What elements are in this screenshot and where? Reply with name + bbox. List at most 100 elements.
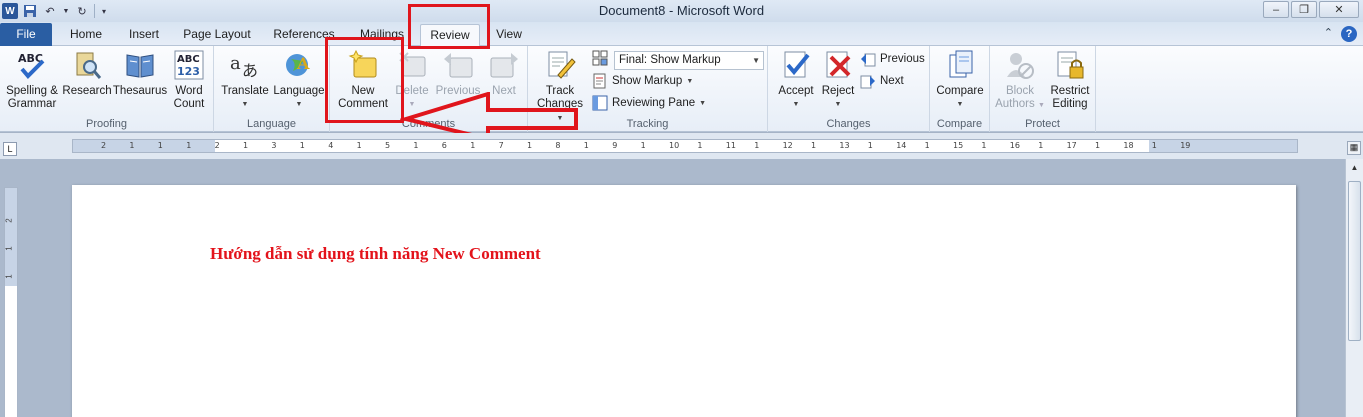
ruler-tick-label: 14 [896, 141, 907, 150]
group-compare: Compare ▼ Compare [930, 46, 990, 132]
group-label-protect: Protect [1025, 118, 1060, 130]
spelling-grammar-button[interactable]: ABC Spelling & Grammar [4, 49, 60, 111]
language-button[interactable]: A Language ▼ [272, 49, 326, 111]
ruler-tick-label: 1 [299, 141, 305, 150]
compare-label: Compare [936, 85, 984, 97]
ruler-bar: L 2 1 1 1 2 1 3 1 4 1 5 1 6 1 7 1 8 1 9 1 10 1 11 1 12 1 13 1 14 1 15 1… [0, 133, 1363, 159]
accept-label: Accept [778, 85, 814, 97]
spelling-label-2: Grammar [7, 98, 57, 110]
vertical-ruler-tick-label: 2 [4, 218, 14, 223]
scroll-up-icon[interactable]: ▲ [1348, 163, 1361, 177]
tab-view[interactable]: View [490, 26, 528, 46]
language-dropdown-icon: ▼ [295, 101, 303, 108]
compare-button[interactable]: Compare ▼ [934, 49, 986, 111]
research-button[interactable]: Research [60, 49, 114, 98]
ruler-tick-label: 4 [328, 141, 334, 150]
restrict-editing-label: Restrict [1050, 85, 1090, 97]
thesaurus-button[interactable]: Thesaurus [112, 49, 168, 98]
block-authors-label-2: Authors ▼ [995, 98, 1045, 110]
block-authors-icon [1004, 49, 1036, 81]
review-tab-highlight [408, 4, 490, 49]
vertical-ruler-tick-label: 1 [4, 246, 14, 251]
research-label: Research [62, 85, 112, 97]
ruler-tick-label: 10 [669, 141, 680, 150]
show-markup-label: Show Markup [612, 75, 683, 87]
ruler-tick-label: 1 [811, 141, 817, 150]
reviewing-pane-icon [592, 95, 608, 111]
next-comment-icon [488, 49, 520, 81]
ruler-tick-label: 13 [839, 141, 850, 150]
document-heading-text[interactable]: Hướng dẫn sử dụng tính năng New Comment [210, 244, 541, 264]
compare-dropdown-icon: ▼ [956, 101, 964, 108]
next-comment-button[interactable]: Next [484, 49, 524, 98]
previous-comment-icon [442, 49, 474, 81]
group-protect: Block Authors ▼ Restrict Editing Protect [990, 46, 1096, 132]
window-controls: – ❐ ✕ [1263, 1, 1359, 18]
compare-icon [944, 49, 976, 81]
group-changes: Accept ▼ Reject ▼ Previous Next Changes [768, 46, 930, 132]
title-bar: W ↶ ▼ ↻ ▾ Document8 - Microsoft Word – ❐… [0, 0, 1363, 22]
word-count-abc123-icon: ABC 123 [173, 49, 205, 81]
vertical-ruler[interactable]: 2 1 1 [4, 187, 18, 417]
horizontal-ruler[interactable]: 2 1 1 1 2 1 3 1 4 1 5 1 6 1 7 1 8 1 9 1 10 1 11 1 12 1 13 1 14 1 15 1 16… [72, 139, 1298, 153]
previous-change-label: Previous [880, 53, 925, 65]
ruler-tick-label: 3 [271, 141, 277, 150]
help-icon[interactable]: ? [1341, 26, 1357, 42]
scrollbar-thumb[interactable] [1348, 181, 1361, 341]
ruler-tick-label: 7 [498, 141, 504, 150]
ruler-tick-label: 12 [782, 141, 793, 150]
view-ruler-icon[interactable]: ▦ [1347, 141, 1361, 155]
display-for-review-icon-wrap [592, 49, 608, 67]
vertical-ruler-top-margin [5, 188, 17, 286]
block-authors-button[interactable]: Block Authors ▼ [994, 49, 1046, 112]
tab-home[interactable]: Home [62, 26, 110, 46]
ruler-tick-label: 1 [981, 141, 987, 150]
tab-selector-button[interactable]: L [3, 142, 17, 156]
show-markup-icon [592, 73, 608, 89]
ruler-tick-label: 1 [867, 141, 873, 150]
accept-button[interactable]: Accept ▼ [772, 49, 820, 111]
group-label-language: Language [247, 118, 296, 130]
ruler-tick-label: 1 [1038, 141, 1044, 150]
markup-display-select[interactable]: Final: Show Markup ▼ [614, 51, 764, 70]
ruler-tick-label: 1 [1151, 141, 1157, 150]
language-label: Language [273, 85, 325, 97]
minimize-button[interactable]: – [1263, 1, 1289, 18]
show-markup-button[interactable]: Show Markup ▼ [592, 72, 693, 90]
previous-comment-button[interactable]: Previous [432, 49, 484, 98]
ruler-tick-label: 1 [186, 141, 192, 150]
ribbon-review: ABC Spelling & Grammar Research Thesauru… [0, 46, 1363, 132]
next-change-button[interactable]: Next [860, 72, 904, 90]
accept-check-icon [780, 49, 812, 81]
vertical-scrollbar[interactable]: ▲ [1345, 159, 1363, 417]
ruler-tick-label: 1 [640, 141, 646, 150]
previous-change-button[interactable]: Previous [860, 50, 925, 68]
ruler-tick-label: 1 [157, 141, 163, 150]
word-count-button[interactable]: ABC 123 Word Count [166, 49, 212, 111]
reject-dropdown-icon: ▼ [834, 101, 842, 108]
ribbon-tabs: File Home Insert Page Layout References … [0, 22, 1363, 47]
svg-text:ABC: ABC [177, 54, 200, 65]
translate-button[interactable]: aあ Translate ▼ [218, 49, 272, 111]
ruler-tick-label: 18 [1123, 141, 1134, 150]
spelling-label: Spelling & [6, 85, 58, 97]
ruler-tick-label: 1 [243, 141, 249, 150]
restrict-editing-button[interactable]: Restrict Editing [1046, 49, 1094, 111]
tab-insert[interactable]: Insert [120, 26, 168, 46]
word-count-label-2: Count [173, 98, 205, 110]
language-globe-icon: A [283, 49, 315, 81]
minimize-ribbon-icon[interactable]: ⌃ [1324, 26, 1333, 42]
ruler-tick-label: 11 [725, 141, 736, 150]
close-button[interactable]: ✕ [1319, 1, 1359, 18]
document-area: 2 1 1 Hướng dẫn sử dụng tính năng New Comm… [0, 159, 1345, 417]
reviewing-pane-label: Reviewing Pane [612, 97, 696, 109]
reviewing-pane-button[interactable]: Reviewing Pane ▼ [592, 94, 706, 112]
ruler-right-margin [1149, 140, 1297, 152]
tab-file[interactable]: File [0, 23, 52, 46]
restore-button[interactable]: ❐ [1291, 1, 1317, 18]
reject-button[interactable]: Reject ▼ [818, 49, 858, 111]
document-page[interactable]: Hướng dẫn sử dụng tính năng New Comment [72, 185, 1296, 417]
ruler-tick-label: 2 [101, 141, 107, 150]
group-label-compare: Compare [936, 118, 983, 130]
tab-page-layout[interactable]: Page Layout [178, 26, 256, 46]
